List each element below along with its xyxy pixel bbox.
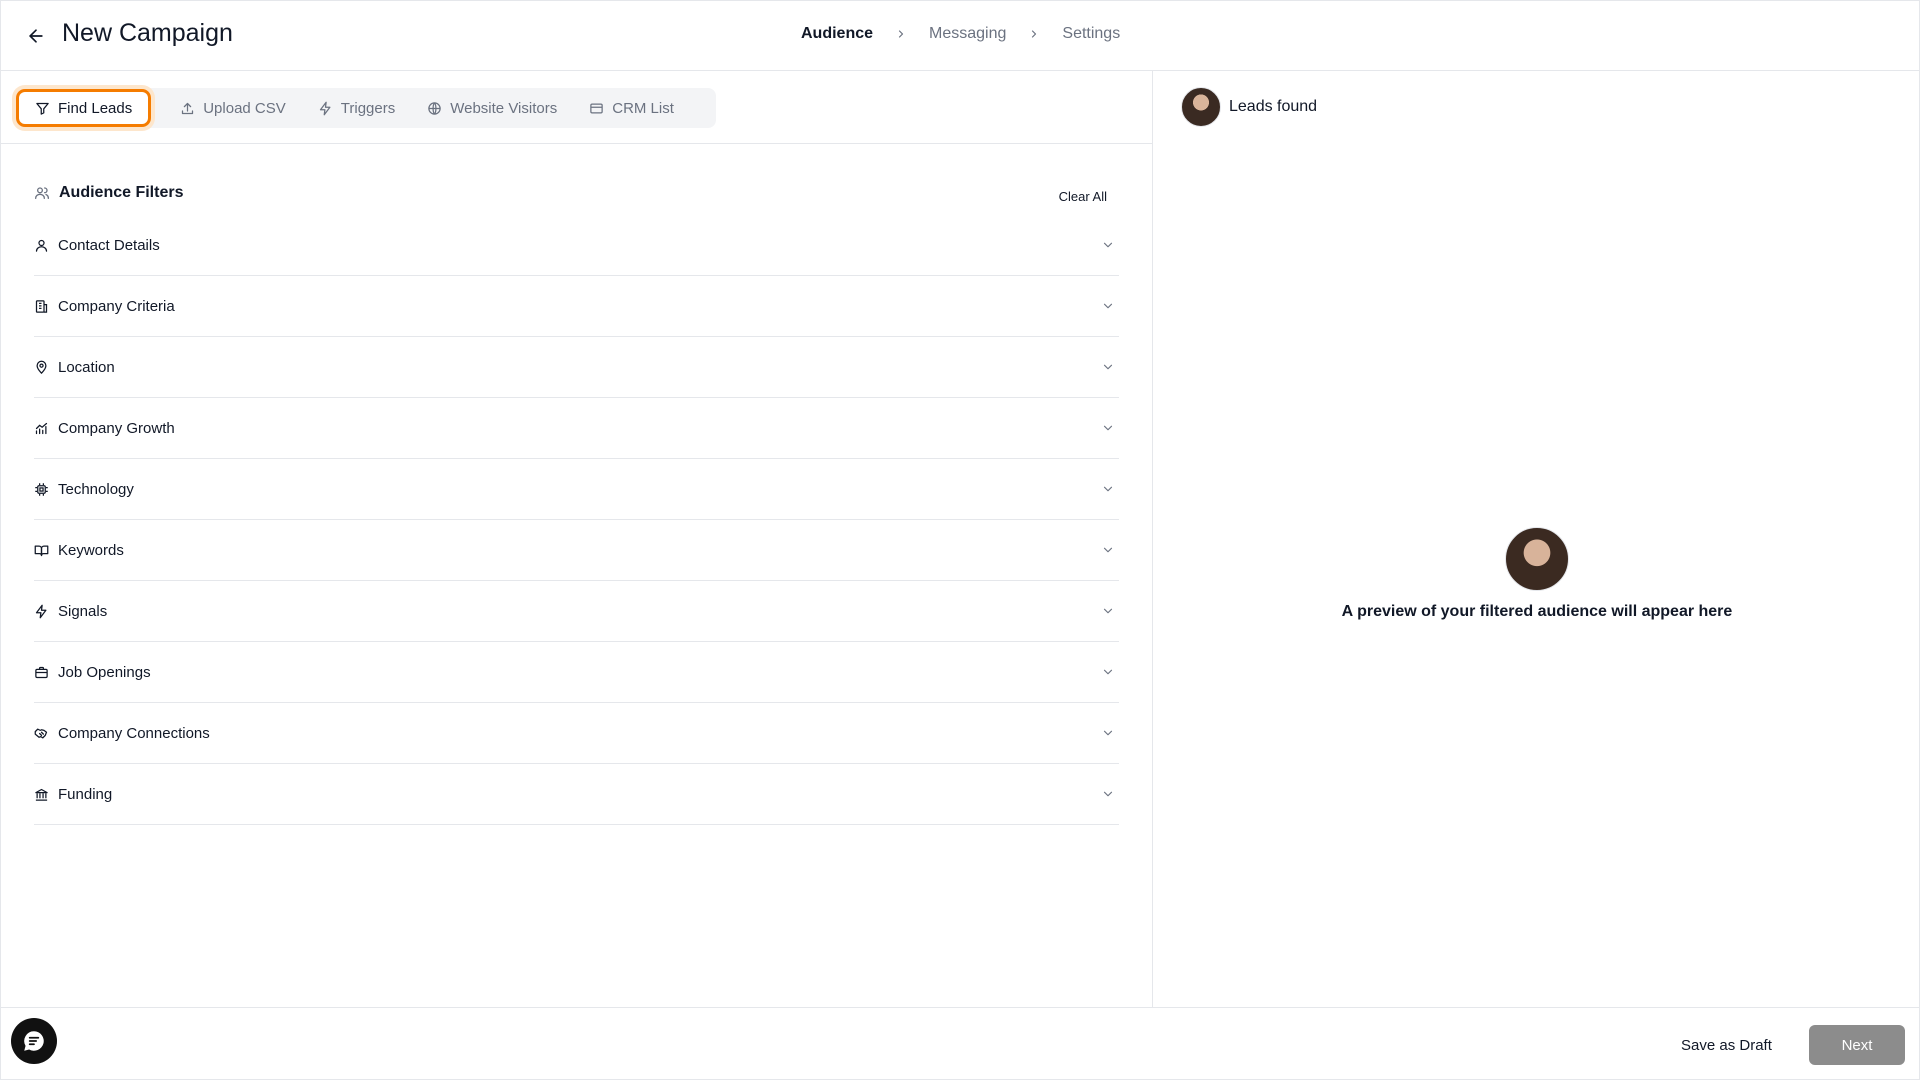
arrow-left-icon [29,29,43,43]
bolt-icon [35,604,47,618]
tab-crm-list[interactable]: CRM List [573,92,690,124]
filter-label: Funding [58,785,113,803]
filter-contact-details[interactable]: Contact Details [34,215,1119,276]
chevron-down-icon [1101,787,1115,801]
tab-upload-csv[interactable]: Upload CSV [164,92,302,124]
step-audience[interactable]: Audience [801,25,873,43]
chevron-down-icon [1101,726,1115,740]
filter-label: Job Openings [58,663,151,681]
tab-label: CRM List [612,99,674,117]
chevron-right-icon [895,28,907,40]
handshake-icon [34,728,48,738]
chat-widget-button[interactable] [11,1018,57,1064]
chevron-down-icon [1101,543,1115,557]
filter-technology[interactable]: Technology [34,459,1119,520]
users-icon [35,187,49,199]
tab-website-visitors[interactable]: Website Visitors [411,92,573,124]
growth-chart-icon [35,422,48,434]
empty-preview-text: A preview of your filtered audience will… [1341,603,1733,620]
chevron-down-icon [1101,482,1115,496]
book-icon [34,545,49,556]
page-title: New Campaign [62,19,233,47]
chevron-down-icon [1101,665,1115,679]
source-tabs: Find Leads Upload CSV Triggers Website V… [15,88,716,128]
avatar [1181,87,1221,127]
preview-pane: Leads found A preview of your filtered a… [1153,71,1920,1007]
app-frame: New Campaign Audience Messaging Settings… [0,0,1920,1080]
building-icon [35,299,48,313]
header: New Campaign Audience Messaging Settings [1,1,1919,71]
briefcase-icon [35,666,48,678]
tab-label: Find Leads [58,99,133,117]
leads-found-header: Leads found [1181,87,1317,127]
tab-find-leads[interactable]: Find Leads [19,92,149,124]
bank-icon [35,788,48,801]
filter-signals[interactable]: Signals [34,581,1119,642]
chevron-down-icon [1101,299,1115,313]
chevron-down-icon [1101,421,1115,435]
chevron-down-icon [1101,604,1115,618]
tab-label: Triggers [340,99,396,117]
globe-icon [428,101,441,115]
filters-title: Audience Filters [34,184,183,202]
filter-label: Technology [58,480,134,498]
step-messaging[interactable]: Messaging [929,25,1006,43]
empty-preview: A preview of your filtered audience will… [1153,527,1920,621]
chip-icon [35,482,48,496]
bolt-icon [319,101,331,115]
filter-job-openings[interactable]: Job Openings [34,642,1119,703]
filter-company-growth[interactable]: Company Growth [34,398,1119,459]
filter-label: Contact Details [58,236,160,254]
clear-all-button[interactable]: Clear All [1059,189,1107,204]
chevron-down-icon [1101,238,1115,252]
avatar [1505,527,1569,591]
filter-icon [36,102,49,115]
chevron-down-icon [1101,360,1115,374]
filter-label: Keywords [58,541,124,559]
step-settings[interactable]: Settings [1062,25,1120,43]
leads-found-label: Leads found [1229,98,1318,115]
filter-company-connections[interactable]: Company Connections [34,703,1119,764]
filter-keywords[interactable]: Keywords [34,520,1119,581]
next-button[interactable]: Next [1809,1025,1905,1065]
filter-label: Company Growth [58,419,175,437]
save-draft-button[interactable]: Save as Draft [1665,1025,1788,1065]
source-tabs-bar: Find Leads Upload CSV Triggers Website V… [1,71,1153,144]
stepper: Audience Messaging Settings [801,25,1120,43]
tab-triggers[interactable]: Triggers [302,92,411,124]
filters-header: Audience Filters Clear All [34,171,1119,215]
filter-label: Company Criteria [58,297,175,315]
filter-funding[interactable]: Funding [34,764,1119,825]
user-icon [35,239,48,252]
tab-label: Website Visitors [450,99,558,117]
back-button[interactable] [21,21,51,51]
chat-icon [24,1031,44,1051]
card-icon [590,103,603,113]
map-pin-icon [36,360,47,374]
filter-label: Location [58,358,115,376]
filter-location[interactable]: Location [34,337,1119,398]
upload-icon [182,102,194,114]
audience-pane: Find Leads Upload CSV Triggers Website V… [1,71,1153,1007]
chevron-right-icon [1028,28,1040,40]
footer: Save as Draft Next [1,1007,1919,1081]
filter-label: Signals [58,602,108,620]
filter-label: Company Connections [58,724,210,742]
audience-filters: Audience Filters Clear All Contact Detai… [34,171,1119,825]
filter-company-criteria[interactable]: Company Criteria [34,276,1119,337]
tab-label: Upload CSV [203,99,286,117]
